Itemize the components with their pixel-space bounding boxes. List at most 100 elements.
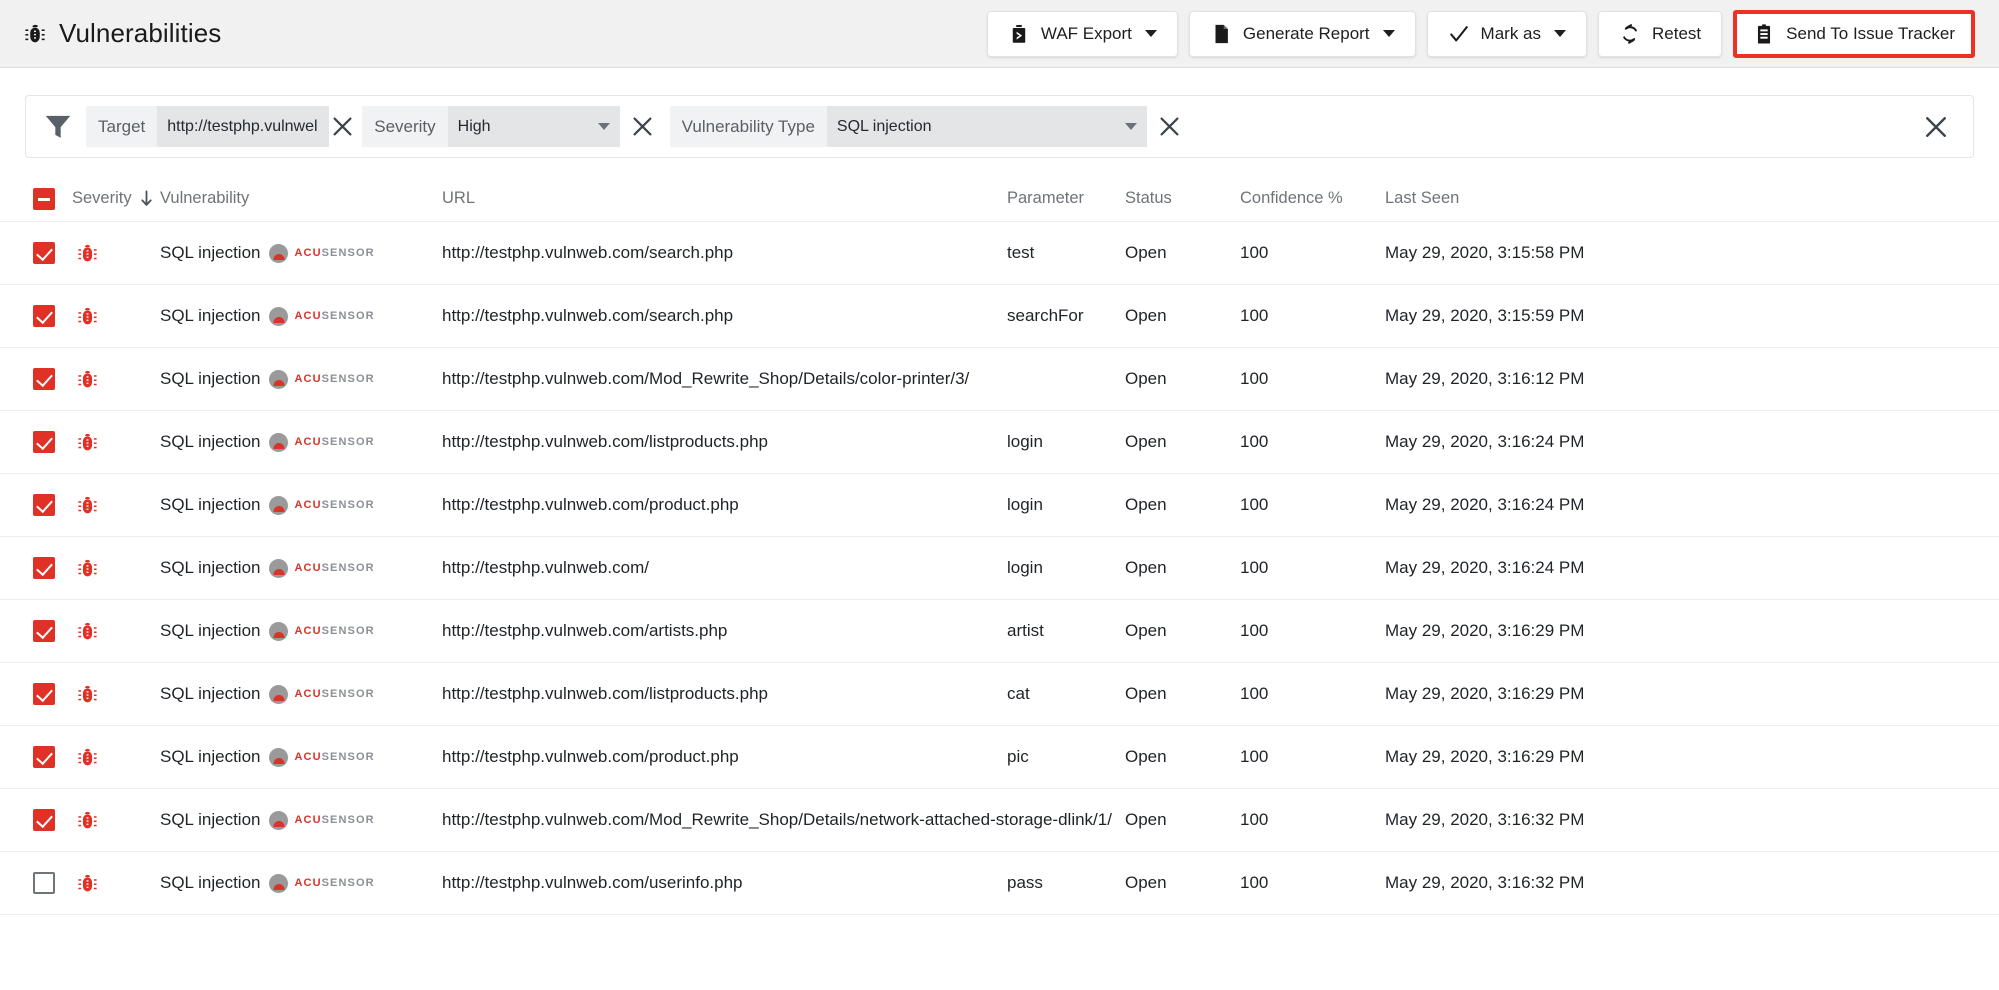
table-header-row: Severity Vulnerability URL Parameter Sta…: [0, 176, 1999, 222]
clear-all-filters-button[interactable]: [1921, 112, 1951, 142]
app-header: Vulnerabilities WAF Export Generate Repo…: [0, 0, 1999, 68]
refresh-icon: [1619, 23, 1641, 45]
vulnerability-status: Open: [1125, 873, 1167, 892]
mark-as-button[interactable]: Mark as: [1426, 10, 1588, 57]
vulnerability-url[interactable]: http://testphp.vulnweb.com/: [442, 558, 649, 577]
row-checkbox[interactable]: [33, 746, 55, 768]
column-header-severity[interactable]: Severity: [72, 189, 160, 208]
acusensor-label: ACUSENSOR: [294, 625, 374, 637]
waf-export-icon: [1008, 23, 1030, 45]
row-url-cell: http://testphp.vulnweb.com/userinfo.php: [442, 873, 1007, 893]
row-status-cell: Open: [1125, 369, 1240, 389]
vulnerability-status: Open: [1125, 810, 1167, 829]
acusensor-logo-icon: [269, 684, 289, 704]
table-row[interactable]: SQL injection ACUSENSOR http://testphp.v…: [0, 600, 1999, 663]
vulnerability-parameter: login: [1007, 495, 1043, 514]
filter-chip-vulnerability-type: Vulnerability Type SQL injection: [669, 106, 1147, 147]
chevron-down-icon: [1554, 30, 1567, 37]
row-last-seen-cell: May 29, 2020, 3:16:12 PM: [1385, 369, 1999, 389]
table-body: SQL injection ACUSENSOR http://testphp.v…: [0, 222, 1999, 915]
row-checkbox[interactable]: [33, 557, 55, 579]
filter-value-severity[interactable]: High: [447, 106, 620, 147]
waf-export-button[interactable]: WAF Export: [986, 10, 1178, 57]
row-checkbox[interactable]: [33, 494, 55, 516]
row-checkbox[interactable]: [33, 431, 55, 453]
vulnerability-url[interactable]: http://testphp.vulnweb.com/search.php: [442, 306, 733, 325]
vulnerability-url[interactable]: http://testphp.vulnweb.com/artists.php: [442, 621, 727, 640]
row-select-cell: [0, 746, 72, 768]
send-to-issue-tracker-button[interactable]: Send To Issue Tracker: [1733, 9, 1975, 58]
table-row[interactable]: SQL injection ACUSENSOR http://testphp.v…: [0, 852, 1999, 915]
acusensor-text-acu: ACU: [294, 688, 322, 700]
vulnerability-last-seen: May 29, 2020, 3:16:32 PM: [1385, 873, 1585, 892]
row-severity-cell: [72, 369, 160, 390]
vulnerability-url[interactable]: http://testphp.vulnweb.com/listproducts.…: [442, 684, 768, 703]
mark-as-label: Mark as: [1480, 23, 1542, 43]
select-all-checkbox[interactable]: [33, 187, 55, 210]
row-last-seen-cell: May 29, 2020, 3:15:59 PM: [1385, 306, 1999, 326]
table-row[interactable]: SQL injection ACUSENSOR http://testphp.v…: [0, 663, 1999, 726]
retest-button[interactable]: Retest: [1598, 10, 1723, 57]
row-checkbox[interactable]: [33, 620, 55, 642]
chevron-down-icon: [1144, 30, 1157, 37]
vulnerability-url[interactable]: http://testphp.vulnweb.com/Mod_Rewrite_S…: [442, 810, 1112, 829]
table-row[interactable]: SQL injection ACUSENSOR http://testphp.v…: [0, 537, 1999, 600]
vulnerability-url[interactable]: http://testphp.vulnweb.com/userinfo.php: [442, 873, 743, 892]
vulnerability-url[interactable]: http://testphp.vulnweb.com/Mod_Rewrite_S…: [442, 369, 969, 388]
column-header-url[interactable]: URL: [442, 189, 1007, 208]
clear-filter-target-button[interactable]: [329, 113, 356, 140]
vulnerability-url[interactable]: http://testphp.vulnweb.com/search.php: [442, 243, 733, 262]
acusensor-label: ACUSENSOR: [294, 247, 374, 259]
vulnerability-url[interactable]: http://testphp.vulnweb.com/listproducts.…: [442, 432, 768, 451]
table-row[interactable]: SQL injection ACUSENSOR http://testphp.v…: [0, 222, 1999, 285]
vulnerability-name: SQL injection: [160, 684, 261, 703]
column-header-confidence[interactable]: Confidence %: [1240, 189, 1385, 208]
page-title: Vulnerabilities: [59, 18, 222, 48]
row-checkbox[interactable]: [33, 368, 55, 390]
table-row[interactable]: SQL injection ACUSENSOR http://testphp.v…: [0, 411, 1999, 474]
column-header-parameter[interactable]: Parameter: [1007, 189, 1125, 208]
generate-report-button[interactable]: Generate Report: [1188, 10, 1416, 57]
acusensor-label: ACUSENSOR: [294, 373, 374, 385]
acusensor-text-acu: ACU: [294, 499, 322, 511]
table-row[interactable]: SQL injection ACUSENSOR http://testphp.v…: [0, 348, 1999, 411]
row-status-cell: Open: [1125, 495, 1240, 515]
acusensor-badge: ACUSENSOR: [269, 747, 374, 767]
acusensor-label: ACUSENSOR: [294, 877, 374, 889]
filter-area: Target http://testphp.vulnwel Severity H…: [0, 68, 1999, 158]
table-row[interactable]: SQL injection ACUSENSOR http://testphp.v…: [0, 726, 1999, 789]
row-severity-cell: [72, 747, 160, 768]
acusensor-text-acu: ACU: [294, 373, 322, 385]
row-checkbox[interactable]: [33, 809, 55, 831]
table-row[interactable]: SQL injection ACUSENSOR http://testphp.v…: [0, 789, 1999, 852]
vulnerability-last-seen: May 29, 2020, 3:16:12 PM: [1385, 369, 1585, 388]
table-row[interactable]: SQL injection ACUSENSOR http://testphp.v…: [0, 474, 1999, 537]
column-header-vulnerability[interactable]: Vulnerability: [160, 189, 442, 208]
vulnerability-url[interactable]: http://testphp.vulnweb.com/product.php: [442, 495, 739, 514]
acusensor-logo-icon: [269, 558, 289, 578]
acusensor-text-acu: ACU: [294, 247, 322, 259]
row-checkbox[interactable]: [33, 242, 55, 264]
vulnerability-confidence: 100: [1240, 810, 1269, 829]
column-header-status[interactable]: Status: [1125, 189, 1240, 208]
clear-filter-severity-button[interactable]: [629, 113, 656, 140]
column-header-last-seen[interactable]: Last Seen: [1385, 189, 1999, 208]
row-status-cell: Open: [1125, 684, 1240, 704]
filter-value-target[interactable]: http://testphp.vulnwel: [157, 106, 330, 147]
acusensor-badge: ACUSENSOR: [269, 306, 374, 326]
header-toolbar: WAF Export Generate Report Mark as Retes…: [986, 9, 1975, 58]
row-checkbox[interactable]: [33, 872, 55, 894]
table-row[interactable]: SQL injection ACUSENSOR http://testphp.v…: [0, 285, 1999, 348]
filter-value-vulnerability-type[interactable]: SQL injection: [826, 106, 1147, 147]
select-all-cell: [0, 187, 72, 210]
vulnerability-last-seen: May 29, 2020, 3:16:29 PM: [1385, 684, 1585, 703]
row-select-cell: [0, 872, 72, 894]
row-checkbox[interactable]: [33, 305, 55, 327]
clear-filter-vulnerability-type-button[interactable]: [1156, 113, 1183, 140]
vulnerability-url[interactable]: http://testphp.vulnweb.com/product.php: [442, 747, 739, 766]
acusensor-badge: ACUSENSOR: [269, 369, 374, 389]
row-checkbox[interactable]: [33, 683, 55, 705]
row-status-cell: Open: [1125, 243, 1240, 263]
vulnerability-name: SQL injection: [160, 747, 261, 766]
vulnerability-status: Open: [1125, 369, 1167, 388]
